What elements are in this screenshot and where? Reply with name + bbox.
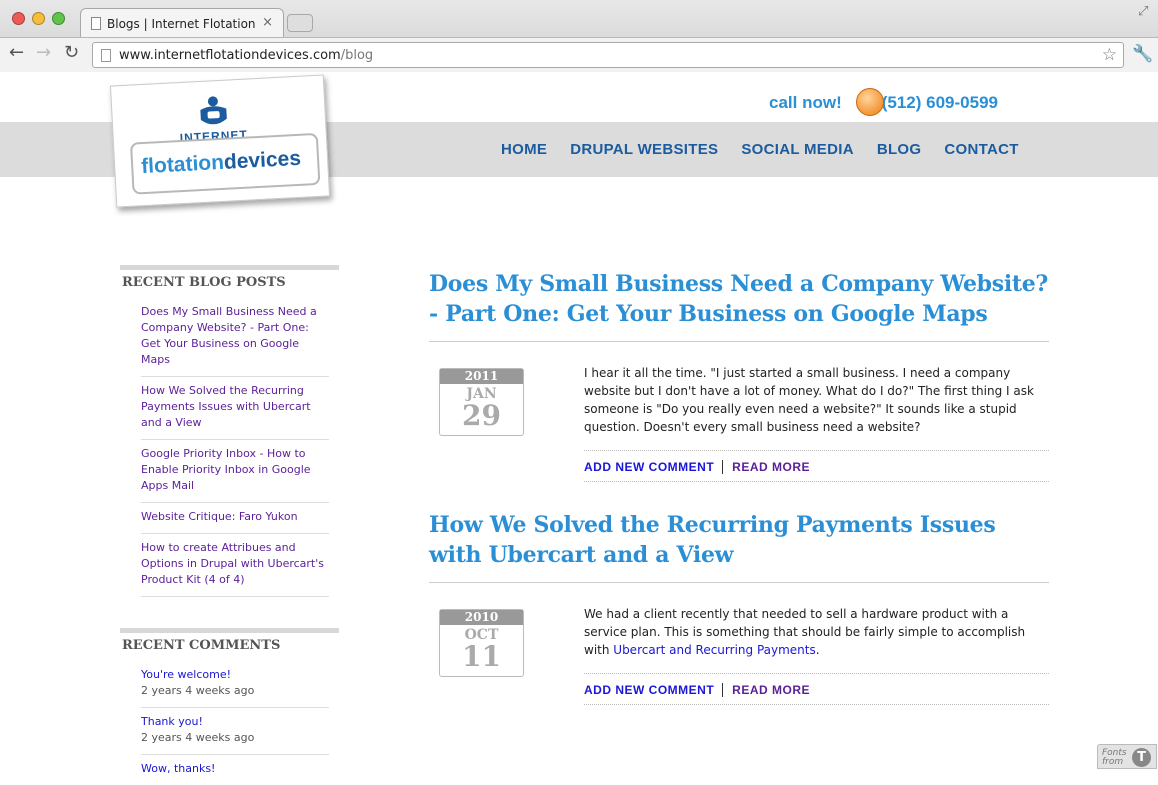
bookmark-star-icon[interactable]: ☆: [1102, 45, 1117, 65]
browser-tab[interactable]: Blogs | Internet Flotation Dev ×: [80, 8, 284, 38]
blog-list: Does My Small Business Need a Company We…: [429, 269, 1049, 751]
comment-item: Thank you! 2 years 4 weeks ago: [141, 708, 329, 755]
fullscreen-icon[interactable]: ⤢: [1138, 4, 1148, 19]
page-icon: [91, 17, 101, 30]
recent-post-link[interactable]: Website Critique: Faro Yukon: [141, 510, 298, 523]
wrench-icon[interactable]: 🔧: [1132, 44, 1153, 64]
nav-drupal-websites[interactable]: DRUPAL WEBSITES: [570, 141, 718, 158]
forward-icon[interactable]: →: [36, 42, 51, 63]
close-window-button[interactable]: [12, 12, 25, 25]
recent-post-link[interactable]: Google Priority Inbox - How to Enable Pr…: [141, 447, 311, 492]
date-badge: 2011 JAN 29: [439, 368, 524, 436]
blog-post: How We Solved the Recurring Payments Iss…: [429, 510, 1049, 725]
blog-post: Does My Small Business Need a Company We…: [429, 269, 1049, 484]
post-teaser: We had a client recently that needed to …: [584, 605, 1049, 659]
fonts-from-badge[interactable]: Fonts from T: [1097, 744, 1157, 769]
close-tab-icon[interactable]: ×: [262, 15, 273, 30]
logo-devices-text: devices: [223, 146, 302, 174]
fonts-badge-icon: T: [1132, 748, 1151, 767]
browser-toolbar: ← → ↻ www.internetflotationdevices.com/b…: [0, 37, 1158, 72]
new-tab-button[interactable]: [287, 14, 313, 32]
browser-chrome: Blogs | Internet Flotation Dev × ⤢ ← → ↻…: [0, 0, 1158, 72]
nav-home[interactable]: HOME: [501, 141, 547, 158]
post-teaser-link[interactable]: Ubercart and Recurring Payments: [613, 643, 815, 657]
logo-flotation-text: flotation: [140, 150, 225, 179]
web-page: call now! (512) 609-0599 HOME DRUPAL WEBSI…: [0, 72, 1158, 775]
recent-post-item: How We Solved the Recurring Payments Iss…: [141, 377, 329, 440]
post-title[interactable]: How We Solved the Recurring Payments Iss…: [429, 512, 996, 568]
recent-post-item: Does My Small Business Need a Company We…: [141, 298, 329, 377]
life-ring-person-icon: [200, 96, 227, 125]
post-links: ADD NEW COMMENT READ MORE: [584, 450, 1049, 482]
comment-link[interactable]: Thank you!: [141, 715, 203, 728]
read-more-link[interactable]: READ MORE: [732, 460, 810, 474]
date-year: 2010: [440, 610, 523, 625]
add-comment-link[interactable]: ADD NEW COMMENT: [584, 683, 724, 697]
recent-post-item: How to create Attribues and Options in D…: [141, 534, 329, 597]
recent-post-link[interactable]: How We Solved the Recurring Payments Iss…: [141, 384, 311, 429]
comment-age: 2 years 4 weeks ago: [141, 684, 255, 697]
back-icon[interactable]: ←: [9, 42, 24, 63]
reload-icon[interactable]: ↻: [64, 42, 79, 63]
main-nav: HOME DRUPAL WEBSITES SOCIAL MEDIA BLOG CONTA…: [501, 139, 1042, 158]
call-now-label: call now!: [769, 93, 842, 112]
comment-item: Wow, thanks!: [141, 755, 329, 785]
address-bar[interactable]: www.internetflotationdevices.com/blog ☆: [92, 42, 1124, 68]
post-teaser: I hear it all the time. "I just started …: [584, 364, 1049, 436]
add-comment-link[interactable]: ADD NEW COMMENT: [584, 460, 724, 474]
nav-blog[interactable]: BLOG: [877, 141, 922, 158]
recent-post-item: Google Priority Inbox - How to Enable Pr…: [141, 440, 329, 503]
sidebar: RECENT BLOG POSTS Does My Small Business…: [120, 265, 339, 785]
minimize-window-button[interactable]: [32, 12, 45, 25]
comment-link[interactable]: You're welcome!: [141, 668, 231, 681]
tab-title: Blogs | Internet Flotation Dev: [107, 17, 257, 31]
recent-post-link[interactable]: Does My Small Business Need a Company We…: [141, 305, 317, 366]
date-day: 11: [462, 640, 501, 673]
date-day: 29: [462, 399, 501, 432]
comment-item: You're welcome! 2 years 4 weeks ago: [141, 661, 329, 708]
phone-number[interactable]: (512) 609-0599: [882, 93, 998, 112]
recent-post-link[interactable]: How to create Attribues and Options in D…: [141, 541, 324, 586]
post-links: ADD NEW COMMENT READ MORE: [584, 673, 1049, 705]
site-logo[interactable]: INTERNET flotationdevices: [109, 74, 331, 208]
date-badge: 2010 OCT 11: [439, 609, 524, 677]
fonts-badge-label: Fonts from: [1102, 748, 1127, 767]
recent-posts-heading: RECENT BLOG POSTS: [120, 265, 339, 298]
nav-social-media[interactable]: SOCIAL MEDIA: [741, 141, 854, 158]
recent-post-item: Website Critique: Faro Yukon: [141, 503, 329, 534]
comment-age: 2 years 4 weeks ago: [141, 731, 255, 744]
page-icon: [101, 49, 111, 62]
post-teaser-end: .: [815, 643, 820, 657]
url-path: /blog: [340, 48, 374, 63]
recent-comments-heading: RECENT COMMENTS: [120, 628, 339, 661]
post-title[interactable]: Does My Small Business Need a Company We…: [429, 271, 1048, 327]
nav-contact[interactable]: CONTACT: [944, 141, 1018, 158]
url-host: www.internetflotationdevices.com: [119, 48, 341, 63]
post-teaser-text: I hear it all the time. "I just started …: [584, 366, 1034, 434]
date-year: 2011: [440, 369, 523, 384]
zoom-window-button[interactable]: [52, 12, 65, 25]
read-more-link[interactable]: READ MORE: [732, 683, 810, 697]
phone-icon: [856, 88, 884, 116]
